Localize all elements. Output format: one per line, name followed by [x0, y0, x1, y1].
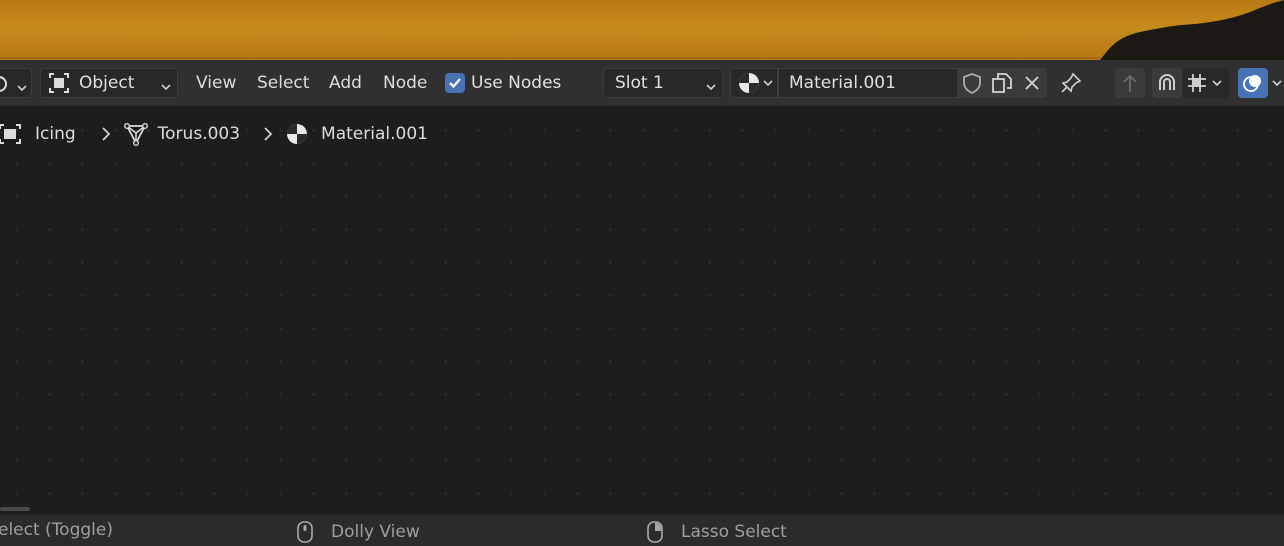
fake-user-shield-icon: [963, 73, 981, 94]
breadcrumb-label: Torus.003: [157, 124, 241, 144]
checkmark-icon: [449, 78, 461, 89]
menu-select[interactable]: Select: [257, 68, 309, 98]
chevron-right-icon: [264, 127, 273, 141]
close-icon: [1025, 76, 1039, 90]
chevron-down-icon: [1272, 80, 1282, 87]
slot-dropdown[interactable]: Slot 1: [603, 68, 723, 98]
object-mode-icon: [49, 73, 69, 93]
menu-select-label: Select: [257, 73, 310, 93]
status-hint-label: Dolly View: [331, 522, 420, 542]
breadcrumb-item-material: Material.001: [286, 123, 428, 145]
status-hint-label: elect (Toggle): [0, 520, 113, 540]
use-nodes-toggle[interactable]: Use Nodes: [445, 68, 561, 98]
breadcrumb: Icing Torus.003 Material.001: [0, 118, 700, 150]
chevron-right-icon: [102, 127, 110, 141]
snap-element-dropdown[interactable]: [1183, 68, 1229, 98]
menu-view-label: View: [196, 73, 237, 93]
parent-node-tree-icon: [1123, 74, 1137, 92]
breadcrumb-label: Icing: [35, 124, 76, 144]
chevron-down-icon: [17, 78, 27, 98]
material-name-text: Material.001: [789, 73, 896, 93]
fake-user-button[interactable]: [957, 68, 987, 98]
snap-icon: [1159, 74, 1175, 90]
snap-increment-icon: [1188, 74, 1206, 92]
status-bar: elect (Toggle) Dolly View Lasso Select: [0, 514, 1284, 546]
overlay-dropdown[interactable]: [1272, 68, 1284, 98]
mesh-data-icon: [123, 123, 148, 146]
mouse-middle-icon: [297, 521, 313, 543]
duplicate-icon: [992, 73, 1012, 93]
parent-node-tree-button[interactable]: [1115, 68, 1145, 98]
pin-icon: [1061, 72, 1082, 93]
object-mode-label: Object: [79, 73, 135, 93]
menu-view[interactable]: View: [196, 68, 236, 98]
chevron-down-icon: [763, 78, 773, 88]
use-nodes-label: Use Nodes: [471, 73, 562, 93]
status-hint-label: Lasso Select: [681, 522, 787, 542]
viewport-render-strip: [0, 0, 1284, 60]
material-browse-button[interactable]: [730, 68, 778, 98]
mouse-right-icon: [647, 521, 663, 543]
snap-toggle[interactable]: [1152, 68, 1182, 98]
material-name-field[interactable]: Material.001: [778, 68, 958, 98]
pin-button[interactable]: [1056, 68, 1086, 98]
node-editor-header: Object View Select Add Node Use Nodes Sl…: [0, 60, 1284, 106]
overlay-icon: [1243, 75, 1261, 92]
menu-add[interactable]: Add: [329, 68, 362, 98]
material-browse-icon: [738, 72, 760, 94]
checkbox[interactable]: [445, 73, 465, 93]
editor-type-dropdown[interactable]: [0, 68, 32, 98]
chevron-down-icon: [706, 77, 716, 97]
breadcrumb-item-object: Icing: [0, 123, 76, 145]
object-icon: [0, 124, 21, 144]
render-silhouette: [0, 0, 1284, 60]
breadcrumb-label: Material.001: [321, 124, 428, 144]
chevron-down-icon: [1212, 80, 1222, 87]
menu-node-label: Node: [383, 73, 428, 93]
overlay-toggle[interactable]: [1238, 68, 1268, 98]
horizontal-scrollbar[interactable]: [0, 507, 30, 511]
status-hint-lasso-select: Lasso Select: [646, 520, 787, 544]
slot-label: Slot 1: [615, 73, 664, 93]
status-hint-dolly-view: Dolly View: [296, 520, 420, 544]
material-icon: [287, 124, 308, 144]
editor-type-icon: [0, 75, 13, 98]
status-hint-select-toggle: elect (Toggle): [0, 520, 113, 540]
node-editor-canvas[interactable]: [0, 106, 1284, 514]
breadcrumb-item-mesh: Torus.003: [123, 122, 241, 146]
menu-node[interactable]: Node: [383, 68, 427, 98]
chevron-down-icon: [161, 77, 171, 97]
object-mode-dropdown[interactable]: Object: [40, 68, 178, 98]
menu-add-label: Add: [329, 73, 362, 93]
unlink-material-button[interactable]: [1017, 68, 1047, 98]
new-material-button[interactable]: [987, 68, 1017, 98]
